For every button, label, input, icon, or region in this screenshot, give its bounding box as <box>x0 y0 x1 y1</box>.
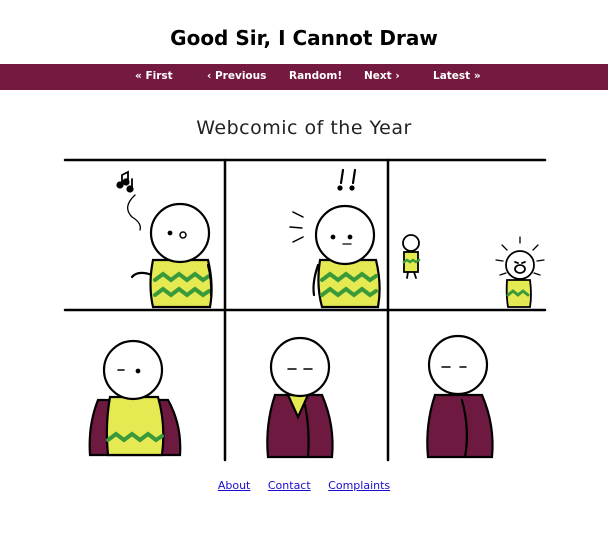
about-link[interactable]: About <box>218 479 251 492</box>
comic-navigation-bar: « First ‹ Previous Random! Next › Latest… <box>0 64 608 90</box>
panel-5 <box>266 336 334 459</box>
first-comic-link[interactable]: « First <box>135 70 173 82</box>
panel-3 <box>402 234 545 308</box>
next-comic-link[interactable]: Next › <box>364 70 400 82</box>
panel-1 <box>116 170 213 309</box>
complaints-link[interactable]: Complaints <box>328 479 390 492</box>
latest-comic-link[interactable]: Latest » <box>433 70 481 82</box>
panel-2 <box>289 168 381 309</box>
comic-strip <box>63 158 547 462</box>
footer-links: About Contact Complaints <box>0 479 608 492</box>
panel-6 <box>426 334 494 459</box>
site-title: Good Sir, I Cannot Draw <box>170 26 438 50</box>
panel-4 <box>88 339 182 457</box>
previous-comic-link[interactable]: ‹ Previous <box>207 70 266 82</box>
contact-link[interactable]: Contact <box>268 479 311 492</box>
comic-title: Webcomic of the Year <box>196 117 412 139</box>
random-comic-link[interactable]: Random! <box>289 70 342 82</box>
